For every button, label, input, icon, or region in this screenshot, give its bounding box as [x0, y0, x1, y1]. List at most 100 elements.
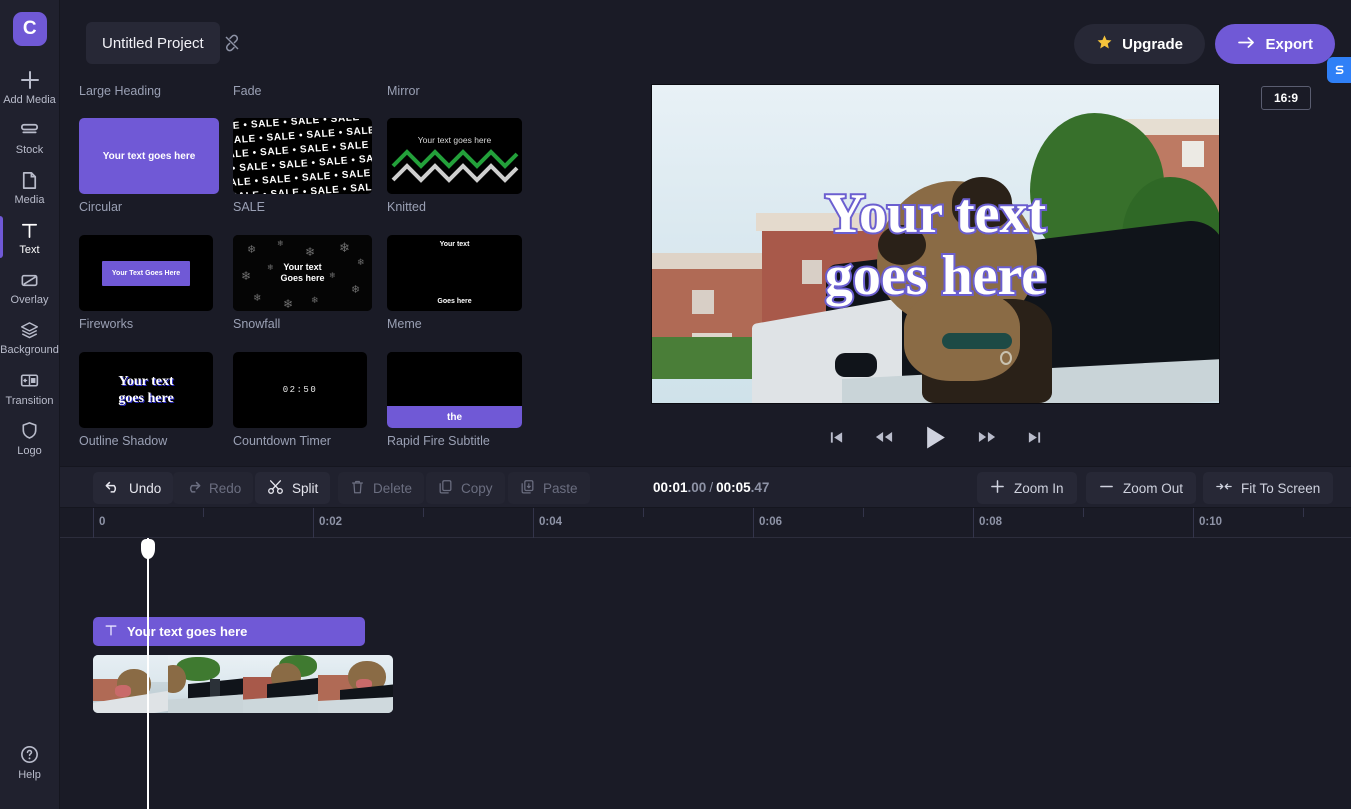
redo-icon	[185, 480, 201, 497]
aspect-ratio-chip[interactable]: 16:9	[1260, 86, 1311, 110]
sidebar-item-label: Transition	[5, 394, 54, 407]
timeline-text-clip[interactable]: Your text goes here	[93, 617, 365, 646]
template-card-circular[interactable]: Your text goes here	[79, 118, 219, 194]
sidebar-item-label: Text	[19, 244, 40, 257]
redo-button[interactable]: Redo	[173, 472, 254, 504]
sidebar-item-label: Add Media	[3, 94, 56, 106]
template-card-label: Snowfall	[233, 317, 281, 331]
template-card-fireworks[interactable]: Your Text Goes Here	[79, 235, 213, 311]
scene-grass-left	[652, 337, 762, 379]
video-preview[interactable]: Your text goes here	[651, 84, 1220, 404]
app-logo[interactable]: C	[12, 12, 47, 46]
current-time-frac: .00	[687, 480, 707, 495]
timeline-thumbnail	[168, 655, 243, 713]
fast-forward-button[interactable]	[978, 430, 996, 444]
sidebar-item-add-media[interactable]: Add Media	[0, 62, 60, 112]
timeline-thumbnail	[318, 655, 393, 713]
app-logo-letter: C	[22, 18, 37, 39]
scissors-icon	[267, 479, 284, 498]
sidebar-item-media[interactable]: Media	[0, 162, 60, 212]
skip-to-start-button[interactable]	[829, 430, 844, 445]
ruler-tick-label: 0:08	[979, 516, 1003, 528]
export-label: Export	[1265, 35, 1313, 53]
template-card-label: Countdown Timer	[233, 434, 331, 448]
text-t-icon	[104, 623, 118, 640]
template-card-knitted[interactable]: Your text goes here	[387, 118, 522, 194]
undo-button[interactable]: Undo	[93, 472, 174, 504]
overlay-text-line1: Your text	[823, 181, 1048, 247]
sidebar-item-help[interactable]: Help	[0, 737, 60, 787]
sidebar-item-logo[interactable]: Logo	[0, 413, 60, 463]
skip-to-end-button[interactable]	[1027, 430, 1042, 445]
scene-dog-tag	[1000, 351, 1012, 365]
sidebar-item-transition[interactable]: Transition	[0, 363, 60, 413]
delete-button[interactable]: Delete	[338, 472, 425, 504]
template-card-label: SALE	[233, 200, 265, 214]
project-title-field[interactable]: Untitled Project	[86, 22, 220, 64]
paste-label: Paste	[543, 480, 578, 496]
template-preview-text-line2: Goes here	[437, 298, 472, 305]
ruler-tick-label: 0:02	[319, 516, 343, 528]
question-circle-icon	[19, 744, 40, 766]
timecode-display: 00:01.00/00:05.47	[653, 480, 770, 495]
template-card-rapid-fire-subtitle[interactable]: the	[387, 352, 522, 428]
sidebar-item-overlay[interactable]: Overlay	[0, 262, 60, 312]
undo-label: Undo	[129, 480, 162, 496]
ruler-tick-label: 0:04	[539, 516, 563, 528]
upgrade-button[interactable]: Upgrade	[1074, 24, 1205, 64]
sidebar-item-label: Stock	[15, 144, 44, 157]
timeline-video-clip[interactable]	[93, 655, 393, 713]
playback-controls	[651, 420, 1220, 454]
delete-label: Delete	[373, 480, 413, 496]
fit-arrows-icon	[1216, 480, 1232, 496]
scene-dog-collar	[942, 333, 1012, 349]
preview-panel: 16:9 Your text goes here	[625, 76, 1351, 466]
sidebar-item-label: Logo	[17, 444, 42, 457]
template-card-countdown-timer[interactable]: 02:50	[233, 352, 367, 428]
template-card-snowfall[interactable]: ❄ ❄ ❄ ❄ ❄ ❄ ❄ ❄ ❄ ❄ ❄ ❄ Your text Goes h…	[233, 235, 372, 311]
timeline-panel[interactable]: 0 0:02 0:04 0:06 0:08 0:10 0:12 0:14 0:1…	[60, 508, 1351, 809]
timeline-tracks[interactable]: Your text goes here	[60, 538, 1351, 809]
template-card-sale[interactable]: ALE • SALE • SALE • SALE • SA • SALE • S…	[233, 118, 372, 194]
broken-link-icon[interactable]	[223, 34, 241, 52]
shield-icon	[19, 420, 40, 442]
rewind-button[interactable]	[875, 430, 893, 444]
preview-text-overlay[interactable]: Your text goes here	[652, 181, 1219, 309]
split-button[interactable]: Split	[255, 472, 331, 504]
timeline-text-clip-label: Your text goes here	[127, 624, 248, 639]
fit-to-screen-button[interactable]: Fit To Screen	[1203, 472, 1334, 504]
play-button[interactable]	[924, 425, 947, 450]
template-card-outline-shadow[interactable]: Your text goes here	[79, 352, 213, 428]
sidebar-item-background[interactable]: Background	[0, 312, 60, 362]
copy-button[interactable]: Copy	[426, 472, 505, 504]
scene-window-c	[1182, 141, 1204, 167]
total-time-frac: .47	[750, 480, 770, 495]
timeline-ruler[interactable]: 0 0:02 0:04 0:06 0:08 0:10 0:12 0:14 0:1…	[60, 508, 1351, 538]
sidebar-item-text[interactable]: Text	[0, 212, 60, 262]
playhead-handle[interactable]	[141, 539, 155, 559]
template-card-label: Outline Shadow	[79, 434, 168, 448]
timeline-thumbnail	[93, 655, 168, 713]
export-button[interactable]: Export	[1215, 24, 1335, 64]
template-preview-text: 02:50	[282, 385, 318, 395]
template-card-meme[interactable]: Your text Goes here	[387, 235, 522, 311]
template-card-label: Knitted	[387, 200, 426, 214]
copy-icon	[438, 479, 453, 498]
minus-icon	[1099, 479, 1114, 497]
timeline-thumbnail	[243, 655, 318, 713]
sidebar-item-stock[interactable]: Stock	[0, 112, 60, 162]
plus-icon	[19, 69, 41, 91]
template-card-label: Rapid Fire Subtitle	[387, 434, 490, 448]
template-preview-text: the	[447, 411, 462, 423]
upgrade-label: Upgrade	[1122, 35, 1183, 53]
zoom-out-button[interactable]: Zoom Out	[1086, 472, 1197, 504]
current-time-main: 00:01	[653, 480, 688, 495]
template-preview-text: Your Text Goes Here	[101, 260, 191, 286]
paste-button[interactable]: Paste	[508, 472, 590, 504]
zoom-in-button[interactable]: Zoom In	[977, 472, 1077, 504]
trash-icon	[350, 479, 365, 498]
total-time-main: 00:05	[716, 480, 751, 495]
template-group-label: Fade	[233, 84, 262, 98]
sidebar-item-label: Background	[0, 344, 59, 357]
fit-to-screen-label: Fit To Screen	[1241, 480, 1321, 496]
